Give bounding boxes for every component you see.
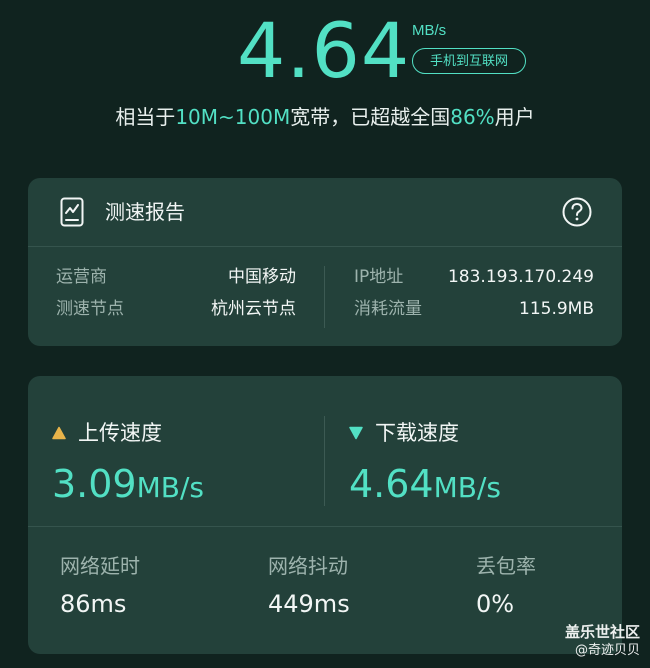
speed-results-card: 上传速度 3.09MB/s 下载速度 4.64MB/s 网络延时 86ms 网络…	[28, 376, 622, 654]
report-title: 测速报告	[105, 200, 185, 224]
node-value: 杭州云节点	[211, 299, 296, 319]
upload-speed: 3.09MB/s	[52, 460, 204, 512]
packet-loss-label: 丢包率	[476, 554, 536, 578]
report-card-header: 测速报告	[28, 178, 622, 247]
carrier-label: 运营商	[56, 267, 107, 287]
latency-value: 86ms	[60, 590, 127, 618]
download-label: 下载速度	[375, 421, 459, 445]
upload-speed-unit: MB/s	[136, 471, 204, 504]
summary-bandwidth: 10M~100M	[175, 105, 291, 129]
download-triangle-icon	[349, 426, 363, 440]
traffic-value: 115.9MB	[519, 299, 594, 319]
watermark-brand: 盖乐世社区	[564, 623, 640, 641]
watermark-user: @奇迹贝贝	[574, 643, 640, 658]
current-speed-unit: MB/s	[412, 22, 447, 39]
ip-value: 183.193.170.249	[447, 267, 594, 287]
packet-loss-value: 0%	[476, 590, 515, 618]
summary-middle: 宽带，已超越全国	[290, 105, 451, 129]
speed-report-card: 测速报告 运营商 中国移动 测速节点 杭州云节点 IP地址 183.193.17…	[28, 178, 622, 346]
speed-report-icon	[60, 197, 84, 227]
latency-label: 网络延时	[60, 554, 140, 578]
traffic-label: 消耗流量	[354, 299, 422, 319]
report-divider	[324, 266, 325, 328]
upload-speed-value: 3.09	[52, 462, 137, 506]
upload-triangle-icon	[52, 426, 66, 440]
community-watermark: 盖乐世社区 @奇迹贝贝	[565, 622, 640, 660]
download-speed: 4.64MB/s	[349, 460, 501, 512]
current-speed-value: 4.64	[237, 6, 411, 95]
speed-summary: 相当于10M~100M宽带，已超越全国86%用户	[0, 102, 650, 132]
carrier-value: 中国移动	[228, 267, 296, 287]
download-speed-unit: MB/s	[433, 471, 501, 504]
jitter-value: 449ms	[268, 590, 350, 618]
ip-label: IP地址	[354, 267, 404, 287]
question-mark-icon[interactable]	[562, 197, 592, 227]
summary-suffix: 用户	[494, 105, 535, 129]
download-speed-value: 4.64	[349, 462, 434, 506]
speed-hero: 4.64 MB/s 手机到互联网 相当于10M~100M宽带，已超越全国86%用…	[0, 0, 650, 140]
summary-prefix: 相当于	[115, 105, 176, 129]
summary-percent: 86%	[450, 105, 495, 129]
jitter-label: 网络抖动	[268, 554, 348, 578]
direction-badge[interactable]: 手机到互联网	[412, 48, 526, 74]
upload-label: 上传速度	[78, 421, 162, 445]
metrics-divider	[28, 526, 622, 527]
speed-divider	[324, 416, 325, 506]
node-label: 测速节点	[56, 299, 124, 319]
